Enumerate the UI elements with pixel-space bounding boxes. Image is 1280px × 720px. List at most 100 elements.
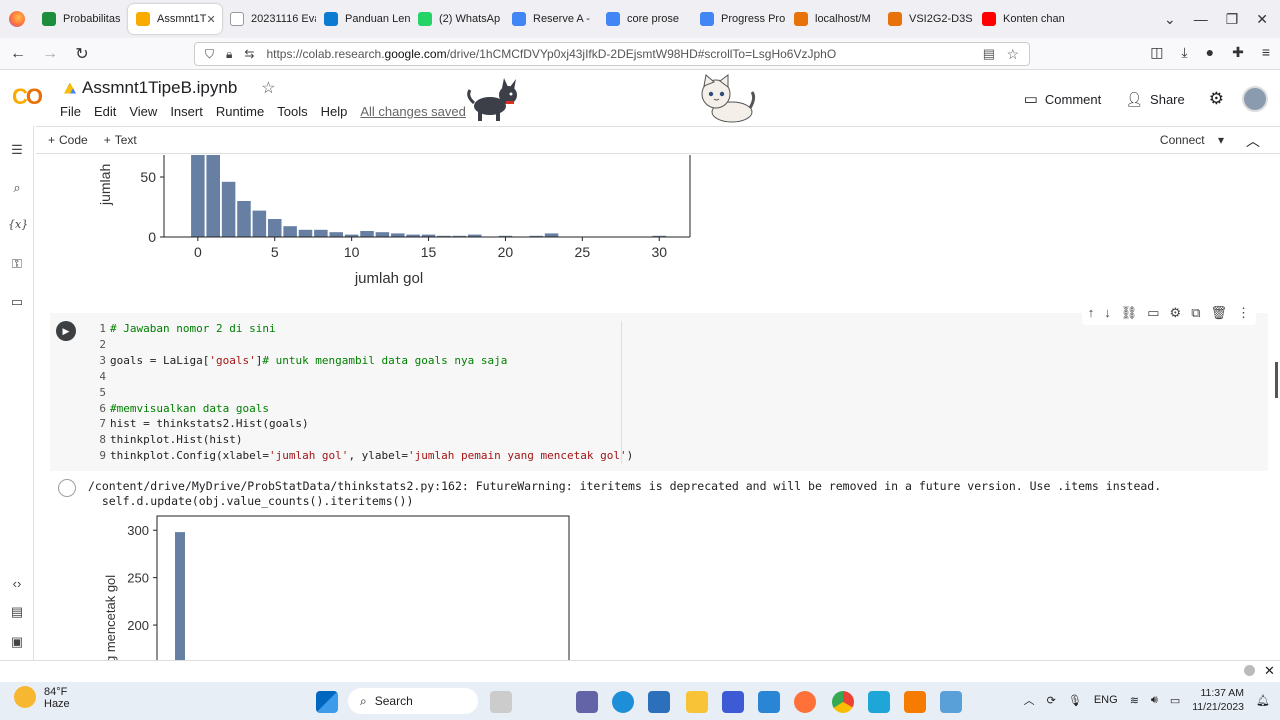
tab-label: Konten chan	[1003, 13, 1065, 25]
close-tab-icon[interactable]: ✕	[207, 13, 216, 26]
secrets-key-icon[interactable]: ⚿	[8, 256, 26, 272]
terminal-icon[interactable]: ▣	[8, 634, 26, 650]
photos-icon[interactable]	[868, 691, 890, 713]
browser-tab[interactable]: Konten chan	[974, 4, 1068, 34]
file-explorer-icon[interactable]	[686, 691, 708, 713]
code-token: thinkplot.Hist(hist)	[110, 433, 243, 447]
xampp-icon[interactable]	[904, 691, 926, 713]
lock-icon[interactable]: 🔒︎	[226, 47, 232, 62]
chevron-up-icon[interactable]: ︿	[1024, 692, 1035, 708]
settings-gear-icon[interactable]: ⚙	[1209, 89, 1224, 109]
firefox-icon[interactable]	[0, 0, 34, 38]
chrome-icon[interactable]	[832, 691, 854, 713]
move-down-icon[interactable]: ↓	[1104, 305, 1111, 321]
volume-icon[interactable]: 🔊︎	[1151, 694, 1158, 707]
table-of-contents-icon[interactable]: ☰	[8, 142, 26, 158]
files-folder-icon[interactable]: ▭	[8, 294, 26, 310]
browser-tab[interactable]: Assmnt1T ✕	[128, 4, 222, 34]
wifi-icon[interactable]: ≋	[1130, 694, 1139, 707]
share-button[interactable]: 👤︎ Share	[1125, 91, 1184, 108]
search-icon[interactable]: ⌕	[8, 180, 26, 196]
colab-logo[interactable]: CO	[12, 84, 43, 110]
code-editor[interactable]: 1 # Jawaban nomor 2 di sini 2 3 goals = LaL…	[92, 321, 633, 465]
close-status-icon[interactable]: ✕	[1264, 663, 1275, 679]
downloads-icon[interactable]: ⤓	[1181, 44, 1187, 61]
shield-icon[interactable]: ⛉	[205, 47, 214, 62]
chevron-down-icon: ▾	[1217, 133, 1224, 147]
account-icon[interactable]: ●	[1206, 44, 1214, 61]
star-icon[interactable]: ☆	[261, 78, 275, 98]
browser-tab[interactable]: core prose	[598, 4, 692, 34]
widgets-icon[interactable]	[490, 691, 512, 713]
variables-icon[interactable]: {x}	[8, 218, 28, 231]
run-cell-button[interactable]: ▶	[56, 321, 76, 341]
browser-tab[interactable]: Reserve A -	[504, 4, 598, 34]
output-avatar-icon[interactable]	[58, 479, 76, 497]
command-palette-icon[interactable]: ▤	[8, 604, 26, 620]
microphone-icon[interactable]: 🎙︎	[1068, 694, 1082, 707]
forward-icon[interactable]: →	[36, 45, 64, 63]
reader-view-icon[interactable]: ▤	[983, 46, 995, 62]
address-bar[interactable]: ⛉ 🔒︎ ⇆ https://colab.research.google.com…	[194, 42, 1030, 66]
menu-insert[interactable]: Insert	[170, 104, 203, 119]
comment-cell-icon[interactable]: ▭	[1147, 305, 1159, 321]
windows-start-icon[interactable]	[316, 691, 338, 713]
sync-icon[interactable]: ⟳	[1047, 694, 1056, 707]
menu-edit[interactable]: Edit	[94, 104, 116, 119]
vertical-scrollbar-thumb[interactable]	[1275, 362, 1278, 398]
store-icon[interactable]	[648, 691, 670, 713]
browser-tab[interactable]: (2) WhatsAp	[410, 4, 504, 34]
menu-icon[interactable]: ≡	[1262, 44, 1270, 61]
connect-button[interactable]: Connect ▾	[1160, 133, 1224, 147]
browser-tab[interactable]: 20231116 Evalua	[222, 4, 316, 34]
snipping-tool-icon[interactable]	[940, 691, 962, 713]
permissions-icon[interactable]: ⇆	[244, 47, 254, 61]
app-icon[interactable]	[722, 691, 744, 713]
back-icon[interactable]: ←	[4, 45, 32, 63]
restore-icon[interactable]: ❐	[1226, 11, 1239, 28]
browser-tab[interactable]: localhost/M	[786, 4, 880, 34]
add-text-button[interactable]: + Text	[104, 133, 137, 147]
notification-icon[interactable]: 🔔︎	[1256, 694, 1270, 707]
firefox-taskbar-icon[interactable]	[794, 691, 816, 713]
vscode-icon[interactable]	[758, 691, 780, 713]
add-code-button[interactable]: + Code	[48, 133, 88, 147]
minimize-icon[interactable]: —	[1194, 11, 1208, 27]
menu-help[interactable]: Help	[321, 104, 348, 119]
taskbar-search[interactable]: ⌕ Search	[348, 688, 478, 714]
code-cell[interactable]: ▶ 1 # Jawaban nomor 2 di sini 2 3 goals = L…	[50, 301, 1268, 471]
teams-icon[interactable]	[576, 691, 598, 713]
menu-file[interactable]: File	[60, 104, 81, 119]
language-indicator[interactable]: ENG	[1094, 694, 1118, 706]
bookmark-star-icon[interactable]: ☆	[1006, 46, 1019, 63]
collapse-header-icon[interactable]: ︿	[1246, 131, 1260, 151]
browser-tab[interactable]: Progress Pro	[692, 4, 786, 34]
menu-tools[interactable]: Tools	[277, 104, 307, 119]
code-snippets-icon[interactable]: ‹›	[8, 576, 26, 591]
browser-tab[interactable]: Panduan Len	[316, 4, 410, 34]
browser-tab[interactable]: Probabilitas	[34, 4, 128, 34]
battery-icon[interactable]: ▭	[1170, 694, 1180, 707]
cell-settings-icon[interactable]: ⚙	[1170, 305, 1182, 321]
edge-icon[interactable]	[612, 691, 634, 713]
tab-list-dropdown-icon[interactable]: ⌄	[1164, 11, 1176, 28]
weather-widget[interactable]: 84°F Haze	[14, 686, 70, 710]
link-icon[interactable]: ⛓	[1121, 305, 1138, 321]
notebook-toolbar: + Code + Text Connect ▾ ︿	[36, 126, 1280, 154]
comment-button[interactable]: ▭ Comment	[1024, 90, 1102, 108]
mirror-cell-icon[interactable]: ⧉	[1191, 305, 1200, 321]
pocket-icon[interactable]: ◫	[1150, 44, 1163, 61]
reload-icon[interactable]: ↻	[68, 44, 96, 64]
menu-view[interactable]: View	[129, 104, 157, 119]
extensions-icon[interactable]: ✚	[1232, 44, 1244, 61]
clock[interactable]: 11:37 AM 11/21/2023	[1192, 686, 1244, 714]
delete-icon[interactable]: 🗑︎	[1210, 305, 1227, 321]
menu-runtime[interactable]: Runtime	[216, 104, 264, 119]
user-avatar[interactable]	[1242, 86, 1268, 112]
close-window-icon[interactable]: ✕	[1256, 11, 1268, 28]
browser-tab[interactable]: VSI2G2-D3S	[880, 4, 974, 34]
move-up-icon[interactable]: ↑	[1088, 305, 1095, 321]
save-status-link[interactable]: All changes saved	[360, 104, 466, 119]
notebook-title[interactable]: Assmnt1TipeB.ipynb	[82, 78, 237, 98]
more-options-icon[interactable]: ⋮	[1237, 305, 1250, 321]
